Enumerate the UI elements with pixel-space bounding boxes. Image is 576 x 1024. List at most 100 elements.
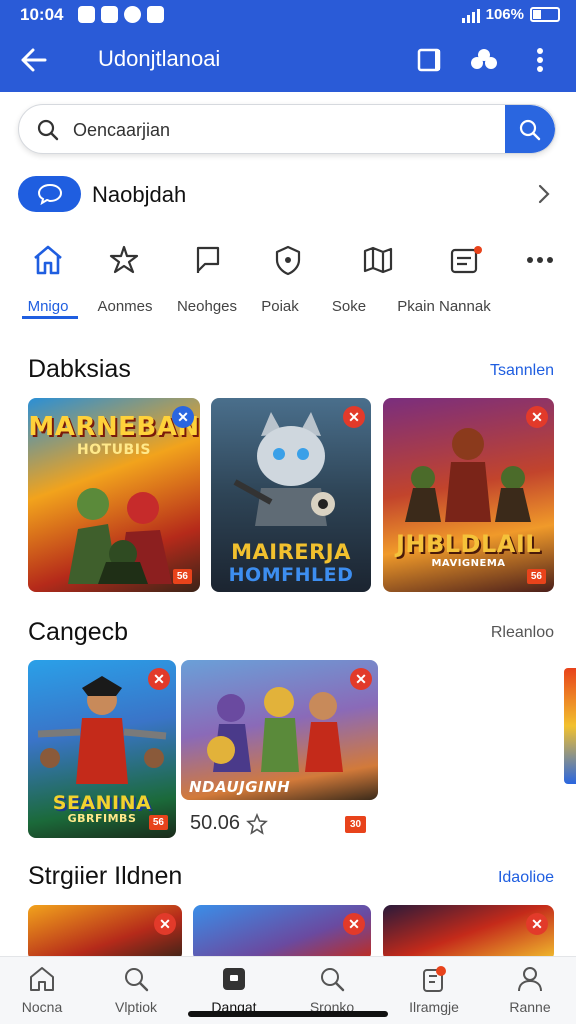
window-button[interactable]: [412, 42, 448, 78]
message-icon: [78, 6, 95, 23]
app-header: 10:04 106% Udonjtlanoai: [0, 0, 576, 92]
home-indicator[interactable]: [188, 1011, 388, 1017]
tab-label-games[interactable]: Aonmes: [97, 298, 152, 315]
game-card[interactable]: ✕: [193, 905, 371, 961]
sync-icon: [124, 6, 141, 23]
more-horizontal-icon: [527, 257, 553, 263]
game-card[interactable]: NDAUJGINH ✕: [181, 660, 378, 800]
nav-label: Ranne: [509, 999, 551, 1015]
game-card[interactable]: ✕: [383, 905, 554, 961]
game-card[interactable]: JHBLDLAIL MAVIGNEMA ✕ 56: [383, 398, 554, 592]
profile-label: Naobjdah: [92, 182, 187, 207]
notification-icon: [423, 966, 446, 992]
game-title: SEANINA: [52, 792, 152, 814]
apps-button[interactable]: [466, 42, 502, 78]
game-rating: 50.06: [190, 812, 268, 835]
home-icon: [34, 245, 62, 275]
game-art: [37, 676, 167, 784]
price-badge: 30: [345, 816, 367, 833]
chat-pill[interactable]: [18, 176, 81, 212]
game-art: [405, 428, 531, 522]
more-button[interactable]: [526, 42, 554, 78]
star-icon: [246, 812, 268, 835]
tab-home-icon[interactable]: [28, 240, 68, 280]
nav-item-store[interactable]: Dangat: [186, 963, 282, 1015]
close-icon[interactable]: ✕: [172, 406, 194, 428]
game-title: JHBLDLAIL: [395, 530, 542, 558]
game-art: [233, 412, 335, 526]
tab-label-inbox[interactable]: Pkain Nannak: [397, 298, 490, 315]
game-art: [68, 488, 172, 584]
shield-icon: [275, 245, 301, 276]
close-icon[interactable]: ✕: [526, 406, 548, 428]
flag-icon: [196, 246, 220, 273]
close-icon[interactable]: ✕: [343, 913, 365, 935]
tab-label-poiak[interactable]: Poiak: [261, 298, 299, 315]
tab-games-icon[interactable]: [104, 240, 144, 280]
game-subtitle: MAVIGNEMA: [431, 558, 506, 569]
window-icon: [417, 48, 441, 72]
game-icon: [147, 6, 164, 23]
page-title: Udonjtlanoai: [98, 46, 221, 71]
nav-label: Nocna: [21, 999, 63, 1015]
close-icon[interactable]: ✕: [526, 913, 548, 935]
nav-item-explore[interactable]: Vlptiok: [88, 963, 184, 1015]
status-bar: 10:04 106%: [0, 0, 576, 30]
active-tab-indicator: [22, 316, 78, 319]
signal-icon: [461, 7, 480, 23]
search-input[interactable]: Oencaarjian: [73, 120, 170, 141]
close-icon[interactable]: ✕: [154, 913, 176, 935]
back-button[interactable]: [16, 42, 52, 78]
game-card[interactable]: ✕: [28, 905, 182, 961]
close-icon[interactable]: ✕: [343, 406, 365, 428]
section-see-all-link[interactable]: Rleanloo: [491, 624, 554, 642]
game-card-peek[interactable]: [564, 668, 576, 784]
game-art: [207, 687, 343, 772]
bag-icon: [223, 968, 245, 990]
price-badge: 56: [172, 569, 192, 584]
chevron-right-icon[interactable]: [538, 184, 550, 204]
arrow-left-icon: [21, 48, 47, 72]
tab-label-news[interactable]: Neohges: [177, 298, 237, 315]
close-icon[interactable]: ✕: [350, 668, 372, 690]
search-bar[interactable]: Oencaarjian: [18, 104, 556, 154]
game-title: NDAUJGINH: [189, 778, 291, 796]
tab-label-soke[interactable]: Soke: [332, 298, 366, 315]
nav-item-profile[interactable]: Ranne: [482, 963, 576, 1015]
search-icon: [519, 119, 541, 141]
section-see-all-link[interactable]: Idaolioe: [498, 869, 554, 887]
tab-news-icon[interactable]: [188, 240, 228, 280]
category-tabs: Mnigo Aonmes Neohges Poiak Soke Pkain Na…: [0, 232, 576, 322]
game-card[interactable]: MAIRERJA HOMFHLED ✕: [211, 398, 371, 592]
game-subtitle: HOMFHLED: [228, 564, 354, 586]
game-card[interactable]: MARNEBAN HOTUBIS ✕ 56: [28, 398, 200, 592]
home-icon: [30, 967, 54, 991]
profile-icon: [518, 967, 542, 992]
search-icon: [125, 968, 149, 992]
game-subtitle: HOTUBIS: [77, 442, 151, 458]
search-button[interactable]: [505, 105, 555, 153]
tab-poiak-icon[interactable]: [268, 240, 308, 280]
section-title: Strgiier Ildnen: [28, 862, 183, 890]
tab-inbox-icon[interactable]: [446, 240, 486, 280]
battery-icon: [530, 7, 560, 22]
tab-label-home[interactable]: Mnigo: [28, 298, 69, 315]
tab-more-icon[interactable]: [520, 240, 560, 280]
notification-icons: [78, 6, 164, 23]
profile-row[interactable]: Naobjdah: [18, 172, 558, 216]
section-title: Dabksias: [28, 355, 131, 383]
section-see-all-link[interactable]: Tsannlen: [490, 362, 554, 380]
nav-item-search[interactable]: Sronko: [284, 963, 380, 1015]
more-vertical-icon: [537, 48, 543, 72]
nav-item-home[interactable]: Nocna: [0, 963, 90, 1015]
tab-soke-icon[interactable]: [358, 240, 398, 280]
game-card[interactable]: SEANINA GBRFIMBS ✕ 56: [28, 660, 176, 838]
price-text: 50.06: [190, 812, 241, 834]
nav-label: Vlptiok: [114, 999, 158, 1015]
nav-item-notifications[interactable]: Ilramgje: [386, 963, 482, 1015]
battery-percent: 106%: [485, 6, 524, 23]
inbox-icon: [450, 246, 482, 274]
mail-icon: [101, 6, 118, 23]
star-icon: [109, 245, 139, 274]
close-icon[interactable]: ✕: [148, 668, 170, 690]
